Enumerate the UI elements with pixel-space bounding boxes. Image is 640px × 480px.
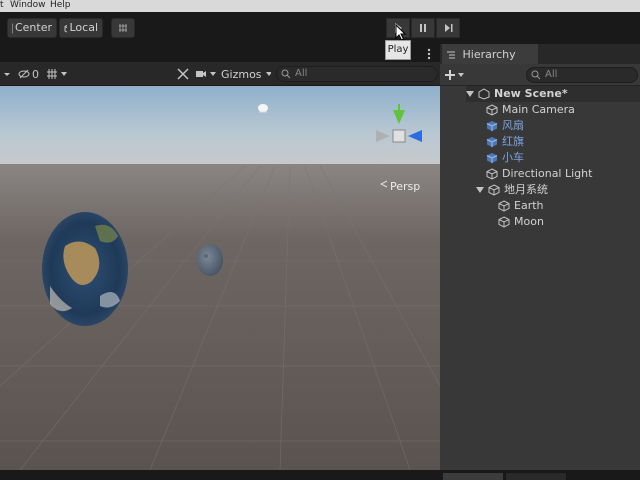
step-icon <box>445 24 453 32</box>
visible-count: 0 <box>32 67 39 81</box>
pause-icon <box>420 24 426 32</box>
gizmos-dropdown[interactable]: Gizmos <box>221 66 271 82</box>
pivot-local-label: Local <box>69 21 98 34</box>
prefab-cube-icon <box>486 137 498 147</box>
grid-snap-icon <box>119 24 127 32</box>
create-button[interactable] <box>444 67 466 83</box>
gameobject-cube-icon <box>486 104 498 116</box>
tab-project[interactable] <box>443 473 503 480</box>
hierarchy-item-label: 小车 <box>502 151 524 164</box>
grid-toggle-button[interactable] <box>46 67 74 81</box>
hierarchy-item[interactable]: Earth <box>498 198 544 214</box>
pivot-local-button[interactable]: Local <box>59 18 103 38</box>
gizmo-center-cube[interactable] <box>392 129 406 143</box>
hierarchy-item-label: Main Camera <box>502 103 575 116</box>
gameobject-cube-icon <box>498 200 510 212</box>
scene-name: New Scene* <box>494 87 568 100</box>
tools-icon <box>177 68 189 80</box>
hierarchy-item-label: 风扇 <box>502 119 524 132</box>
pivot-center-icon <box>12 23 13 33</box>
scene-row[interactable]: New Scene* <box>466 86 640 102</box>
scene-panel-menu-icon[interactable] <box>425 47 433 61</box>
hierarchy-icon <box>447 51 455 59</box>
play-tooltip: Play <box>385 40 411 60</box>
hierarchy-item[interactable]: Directional Light <box>486 166 592 182</box>
hierarchy-item-label: Earth <box>514 199 544 212</box>
scene-search-input[interactable]: All <box>276 66 438 82</box>
tab-hierarchy[interactable]: Hierarchy <box>442 44 538 64</box>
scene-viewport[interactable]: Persp <box>0 86 440 470</box>
bottom-status-bar <box>0 470 640 480</box>
menu-item-help[interactable]: Help <box>50 0 71 10</box>
expand-arrow-icon[interactable] <box>466 90 474 98</box>
earth-object[interactable] <box>42 212 128 326</box>
hierarchy-item[interactable]: Main Camera <box>486 102 575 118</box>
unity-scene-icon <box>478 88 490 100</box>
gizmos-label: Gizmos <box>221 67 262 81</box>
menu-item-tools[interactable]: t <box>0 0 4 10</box>
camera-icon <box>196 71 206 77</box>
moon-object[interactable] <box>197 244 223 276</box>
search-icon <box>281 69 291 79</box>
grid-snap-button[interactable] <box>111 18 135 38</box>
hierarchy-list: New Scene* Main Camera 风扇 红旗 小车 Directio… <box>440 86 640 470</box>
hierarchy-item-label: 地月系统 <box>504 183 548 196</box>
scene-toolbar: 0 Gizmos All <box>0 62 440 86</box>
hierarchy-item-label: Directional Light <box>502 167 593 180</box>
gameobject-cube-icon <box>486 168 498 180</box>
directional-light-icon[interactable] <box>258 104 268 113</box>
hierarchy-item[interactable]: 地月系统 <box>476 182 548 198</box>
menu-bar: t Window Help <box>0 0 640 12</box>
hierarchy-item[interactable]: Moon <box>498 214 544 230</box>
hierarchy-search-placeholder: All <box>545 69 558 80</box>
tools-button[interactable] <box>176 67 190 81</box>
visibility-off-icon <box>18 69 30 79</box>
hierarchy-item[interactable]: 红旗 <box>486 134 524 150</box>
camera-settings-button[interactable] <box>195 67 219 81</box>
scene-canvas <box>0 86 440 470</box>
hierarchy-item-label: 红旗 <box>502 135 524 148</box>
skybox <box>0 86 440 166</box>
plus-icon <box>445 70 455 80</box>
chevron-down-icon <box>265 72 271 76</box>
pause-button[interactable] <box>411 18 435 38</box>
search-icon <box>531 70 541 80</box>
pivot-center-button[interactable]: Center <box>7 18 57 38</box>
prefab-cube-icon <box>486 121 498 131</box>
gameobject-cube-icon <box>498 216 510 228</box>
scene-visibility-toggle[interactable]: 0 <box>18 67 44 81</box>
cube-icon <box>64 24 68 33</box>
draw-mode-dropdown[interactable] <box>0 67 14 81</box>
hierarchy-item[interactable]: 风扇 <box>486 118 524 134</box>
tab-console[interactable] <box>506 473 566 480</box>
hierarchy-item-label: Moon <box>514 215 544 228</box>
scene-search-placeholder: All <box>295 68 308 79</box>
hierarchy-search-input[interactable]: All <box>526 67 638 83</box>
pivot-center-label: Center <box>14 21 52 34</box>
chevron-down-icon <box>458 73 464 77</box>
hierarchy-toolbar: All <box>440 64 640 86</box>
persp-label[interactable]: Persp <box>390 180 420 193</box>
prefab-cube-icon <box>486 153 498 163</box>
main-toolbar: Center Local <box>0 12 640 43</box>
gameobject-cube-icon <box>488 184 500 196</box>
hierarchy-item[interactable]: 小车 <box>486 150 524 166</box>
grid-icon <box>47 69 57 79</box>
menu-item-window[interactable]: Window <box>10 0 46 10</box>
hierarchy-tab-label: Hierarchy <box>462 48 516 61</box>
expand-arrow-icon[interactable] <box>476 186 484 194</box>
step-button[interactable] <box>436 18 460 38</box>
